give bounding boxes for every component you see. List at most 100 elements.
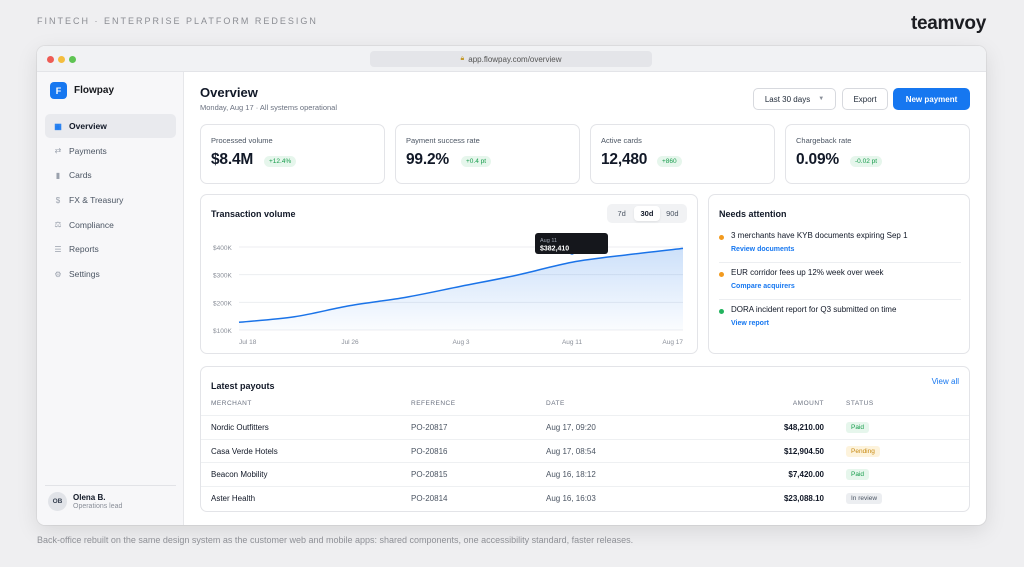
- amount-cell: $23,088.10: [783, 493, 824, 503]
- tooltip-value: $382,410: [540, 246, 569, 253]
- kpi-value: 0.09%: [796, 151, 839, 168]
- status-badge: Paid: [846, 422, 870, 433]
- user-name: Olena B.: [73, 493, 106, 502]
- table-row[interactable]: Beacon Mobility PO-20815 Aug 16, 18:12 $7,4…: [201, 462, 969, 485]
- status-badge: Pending: [846, 445, 880, 457]
- sidebar-item-fx-treasury[interactable]: $ FX & Treasury: [45, 188, 176, 212]
- export-button[interactable]: Export: [842, 88, 888, 110]
- period-tab-7d[interactable]: 7d: [609, 206, 634, 221]
- dollar-icon: $: [55, 195, 61, 205]
- column-header-merchant: MERCHANT: [211, 400, 252, 407]
- logo-mark: F: [50, 82, 67, 99]
- sidebar-item-label: Settings: [69, 269, 100, 280]
- x-tick-label: Aug 11: [562, 339, 583, 346]
- x-tick-label: Aug 17: [662, 339, 683, 346]
- attention-action-link[interactable]: Compare acquirers: [731, 283, 795, 290]
- kpi-label: Active cards: [601, 136, 642, 145]
- merchant-cell: Aster Health: [211, 493, 256, 503]
- showcase-footnote: Back-office rebuilt on the same design s…: [37, 535, 634, 545]
- attention-action-link[interactable]: Review documents: [731, 246, 794, 253]
- list-icon: ☰: [54, 244, 62, 254]
- app-logo[interactable]: F Flowpay: [50, 82, 114, 99]
- status-badge: Paid: [846, 469, 870, 480]
- sidebar-item-label: Reports: [69, 244, 99, 255]
- date-cell: Aug 16, 18:12: [546, 470, 596, 479]
- grid-icon: ▦: [54, 121, 62, 131]
- maximize-window-button[interactable]: [69, 56, 76, 63]
- x-tick-label: Jul 26: [341, 339, 359, 346]
- attention-text: EUR corridor fees up 12% week over week: [731, 268, 884, 277]
- amount-cell: $12,904.50: [783, 446, 824, 456]
- x-tick-label: Jul 18: [239, 339, 257, 346]
- period-segmented-control: 7d 30d 90d: [607, 204, 687, 223]
- period-tab-90d[interactable]: 90d: [660, 206, 685, 221]
- attention-item: DORA incident report for Q3 submitted on…: [719, 305, 961, 333]
- chart-title: Transaction volume: [211, 209, 296, 219]
- sidebar-item-reports[interactable]: ☰ Reports: [45, 237, 176, 261]
- status-dot-icon: [719, 235, 724, 240]
- kpi-value: 99.2%: [406, 151, 449, 168]
- amount-cell: $7,420.00: [788, 470, 824, 479]
- payouts-title: Latest payouts: [211, 381, 275, 391]
- card-icon: ▮: [55, 170, 61, 180]
- sidebar-item-label: Cards: [69, 170, 92, 181]
- x-tick-label: Aug 3: [453, 339, 470, 346]
- column-header-reference: REFERENCE: [411, 400, 456, 407]
- y-tick-label: $100K: [213, 328, 232, 335]
- attention-title: Needs attention: [719, 209, 787, 219]
- close-window-button[interactable]: [47, 56, 54, 63]
- user-role: Operations lead: [73, 503, 123, 510]
- period-tab-30d[interactable]: 30d: [634, 206, 660, 221]
- column-header-date: DATE: [546, 400, 565, 407]
- kpi-label: Payment success rate: [406, 136, 480, 145]
- view-all-link[interactable]: View all: [932, 377, 959, 386]
- transfer-icon: ⇄: [54, 146, 62, 156]
- table-row[interactable]: Nordic Outfitters PO-20817 Aug 17, 09:20 $4…: [201, 415, 969, 438]
- attention-item: EUR corridor fees up 12% week over week C…: [719, 268, 961, 296]
- address-bar[interactable]: 🔒︎ app.flowpay.com/overview: [370, 51, 652, 67]
- kpi-value: $8.4M: [211, 151, 254, 168]
- user-profile[interactable]: OB Olena B. Operations lead: [45, 485, 176, 511]
- minimize-window-button[interactable]: [58, 56, 65, 63]
- page-title: Overview: [200, 85, 258, 100]
- kpi-value: 12,480: [601, 151, 648, 168]
- latest-payouts-card: Latest payouts View all MERCHANT REFERENC…: [200, 366, 970, 512]
- kpi-label: Chargeback rate: [796, 136, 852, 145]
- new-payment-button[interactable]: New payment: [893, 88, 970, 110]
- date-range-label: Last 30 days: [764, 94, 811, 104]
- chevron-down-icon: ▼: [818, 96, 825, 102]
- table-row[interactable]: Aster Health PO-20814 Aug 16, 16:03 $23,088…: [201, 485, 969, 509]
- y-tick-label: $400K: [213, 245, 232, 252]
- browser-titlebar: 🔒︎ app.flowpay.com/overview: [37, 46, 986, 72]
- tooltip-date: Aug 11: [540, 238, 557, 244]
- kpi-delta-badge: +12.4%: [264, 156, 297, 167]
- sidebar-item-settings[interactable]: ⚙ Settings: [45, 262, 176, 286]
- y-tick-label: $300K: [213, 273, 232, 280]
- reference-cell: PO-20815: [411, 470, 448, 479]
- date-cell: Aug 17, 09:20: [546, 423, 596, 432]
- avatar: OB: [48, 492, 67, 511]
- sidebar-nav: ▦ Overview ⇄ Payments ▮ Cards $ FX & Treasury ⚖ C…: [45, 114, 176, 287]
- status-dot-icon: [719, 309, 724, 314]
- sidebar-item-cards[interactable]: ▮ Cards: [45, 163, 176, 187]
- needs-attention-card: Needs attention 3 merchants have KYB doc…: [708, 194, 970, 354]
- attention-action-link[interactable]: View report: [731, 320, 769, 327]
- url-text: app.flowpay.com/overview: [468, 54, 562, 64]
- sidebar-item-label: Payments: [69, 145, 107, 156]
- browser-window: 🔒︎ app.flowpay.com/overview F Flowpay ▦ O…: [37, 46, 986, 525]
- sidebar-item-overview[interactable]: ▦ Overview: [45, 114, 176, 138]
- column-header-status: STATUS: [846, 400, 874, 407]
- table-row[interactable]: Casa Verde Hotels PO-20816 Aug 17, 08:54 $1…: [201, 438, 969, 462]
- reference-cell: PO-20816: [411, 446, 448, 456]
- kpi-card-success-rate: Payment success rate 99.2% +0.4 pt: [395, 124, 580, 184]
- attention-item: 3 merchants have KYB documents expiring …: [719, 231, 961, 259]
- y-tick-label: $200K: [213, 300, 232, 307]
- date-range-select[interactable]: Last 30 days ▼: [753, 88, 836, 110]
- page-subtitle: Monday, Aug 17 · All systems operational: [200, 103, 338, 112]
- merchant-cell: Casa Verde Hotels: [211, 446, 278, 456]
- sidebar-item-compliance[interactable]: ⚖ Compliance: [45, 213, 176, 237]
- date-cell: Aug 17, 08:54: [546, 446, 596, 456]
- scale-icon: ⚖: [54, 220, 62, 230]
- sidebar-item-payments[interactable]: ⇄ Payments: [45, 139, 176, 163]
- app-name: Flowpay: [74, 85, 115, 96]
